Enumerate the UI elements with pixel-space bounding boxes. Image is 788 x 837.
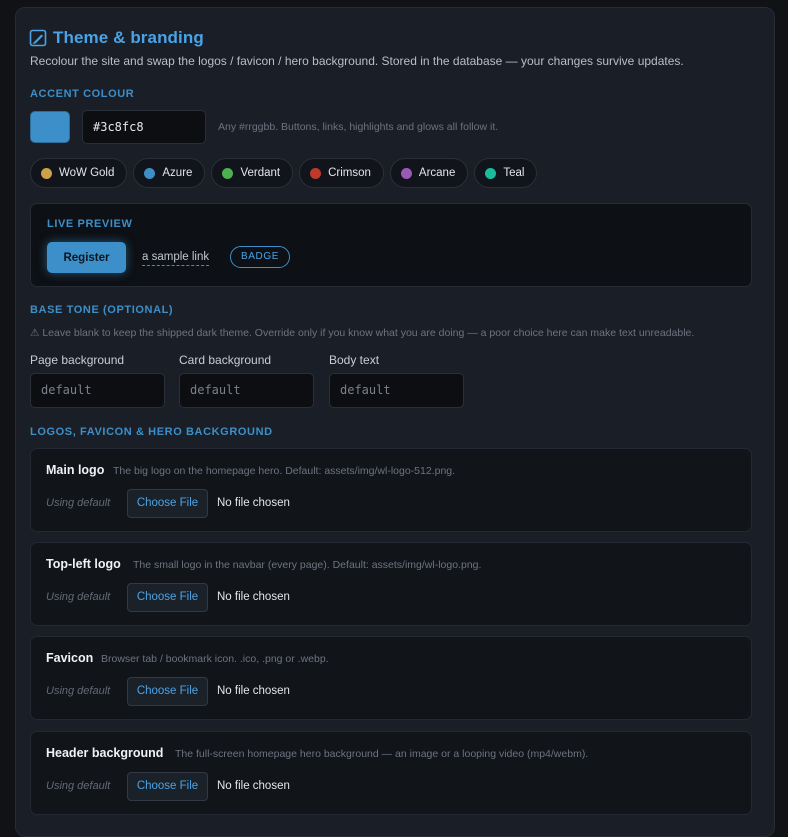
body-text-label: Body text bbox=[329, 353, 380, 367]
theme-branding-panel: Theme & branding Recolour the site and s… bbox=[15, 7, 775, 837]
choose-file-button[interactable]: Choose File bbox=[127, 489, 208, 518]
body-text-input[interactable]: default bbox=[329, 373, 464, 408]
paint-brush-icon bbox=[29, 29, 47, 47]
page-title: Theme & branding bbox=[53, 28, 204, 47]
asset-status: Using default bbox=[46, 780, 111, 792]
page-background-input[interactable]: default bbox=[30, 373, 165, 408]
file-name-label: No file chosen bbox=[217, 685, 290, 697]
base-tone-warning: ⚠ Leave blank to keep the shipped dark t… bbox=[30, 327, 695, 339]
asset-title: Favicon bbox=[46, 651, 94, 665]
accent-hint: Any #rrggbb. Buttons, links, highlights … bbox=[218, 121, 499, 133]
base-tone-section-label: BASE TONE (OPTIONAL) bbox=[30, 304, 174, 316]
choose-file-button[interactable]: Choose File bbox=[127, 583, 208, 612]
asset-title: Header background bbox=[46, 746, 164, 760]
assets-section-label: LOGOS, FAVICON & HERO BACKGROUND bbox=[30, 426, 273, 438]
page-subtitle: Recolour the site and swap the logos / f… bbox=[30, 54, 684, 68]
file-name-label: No file chosen bbox=[217, 591, 290, 603]
asset-description: The small logo in the navbar (every page… bbox=[133, 559, 482, 571]
asset-title: Main logo bbox=[46, 463, 105, 477]
accent-section-label: ACCENT COLOUR bbox=[30, 88, 135, 100]
asset-description: The full-screen homepage hero background… bbox=[175, 748, 589, 760]
asset-status: Using default bbox=[46, 591, 111, 603]
card-background-input[interactable]: default bbox=[179, 373, 314, 408]
main-logo-card: Main logo The big logo on the homepage h… bbox=[30, 448, 752, 532]
color-dot-icon bbox=[144, 167, 156, 179]
choose-file-button[interactable]: Choose File bbox=[127, 677, 208, 706]
panel-header: Theme & branding bbox=[29, 28, 204, 48]
preset-arcane[interactable]: Arcane bbox=[389, 158, 469, 188]
color-dot-icon bbox=[310, 167, 322, 179]
color-dot-icon bbox=[222, 167, 234, 179]
file-name-label: No file chosen bbox=[217, 497, 290, 509]
favicon-card: Favicon Browser tab / bookmark icon. .ic… bbox=[30, 636, 752, 720]
color-dot-icon bbox=[485, 167, 497, 179]
preset-verdant[interactable]: Verdant bbox=[211, 158, 294, 188]
preset-teal[interactable]: Teal bbox=[474, 158, 538, 188]
accent-color-swatch[interactable] bbox=[30, 111, 70, 143]
asset-status: Using default bbox=[46, 497, 111, 509]
top-left-logo-card: Top-left logo The small logo in the navb… bbox=[30, 542, 752, 626]
asset-status: Using default bbox=[46, 685, 111, 697]
asset-description: Browser tab / bookmark icon. .ico, .png … bbox=[101, 653, 329, 665]
preset-wow-gold[interactable]: WoW Gold bbox=[30, 158, 128, 188]
live-preview-box: LIVE PREVIEW Register a sample link BADG… bbox=[30, 203, 752, 287]
sample-badge: BADGE bbox=[230, 246, 291, 268]
preset-crimson[interactable]: Crimson bbox=[299, 158, 384, 188]
live-preview-label: LIVE PREVIEW bbox=[47, 218, 133, 230]
color-dot-icon bbox=[400, 167, 412, 179]
register-button[interactable]: Register bbox=[47, 242, 126, 273]
accent-presets: WoW Gold Azure Verdant Crimson Arcane Te… bbox=[30, 158, 538, 188]
choose-file-button[interactable]: Choose File bbox=[127, 772, 208, 801]
preset-azure[interactable]: Azure bbox=[133, 158, 206, 188]
asset-description: The big logo on the homepage hero. Defau… bbox=[113, 465, 456, 477]
card-background-label: Card background bbox=[179, 353, 272, 367]
header-background-card: Header background The full-screen homepa… bbox=[30, 731, 752, 815]
asset-title: Top-left logo bbox=[46, 557, 121, 571]
sample-link[interactable]: a sample link bbox=[142, 251, 210, 266]
file-name-label: No file chosen bbox=[217, 780, 290, 792]
accent-hex-input[interactable]: #3c8fc8 bbox=[82, 110, 206, 144]
color-dot-icon bbox=[41, 167, 52, 179]
page-background-label: Page background bbox=[30, 353, 125, 367]
